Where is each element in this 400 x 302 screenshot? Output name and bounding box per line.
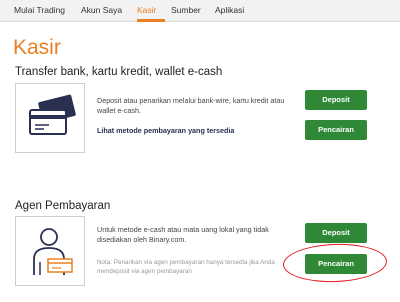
nav-item-sumber[interactable]: Sumber — [171, 5, 201, 15]
agent-deposit-button[interactable]: Deposit — [305, 223, 367, 243]
nav-item-akun-saya[interactable]: Akun Saya — [81, 5, 122, 15]
bank-withdraw-button[interactable]: Pencairan — [305, 120, 367, 140]
bank-section-card: Deposit atau penarikan melalui bank-wire… — [15, 83, 393, 155]
agent-section-card: Untuk metode e-cash atau mata uang lokal… — [15, 216, 393, 292]
payment-methods-link[interactable]: Lihat metode pembayaran yang tersedia — [97, 126, 234, 135]
agent-description: Untuk metode e-cash atau mata uang lokal… — [97, 225, 269, 244]
agent-note: Nota: Penarikan via agen pembayaran hany… — [97, 259, 275, 275]
nav-item-aplikasi[interactable]: Aplikasi — [215, 5, 244, 15]
agent-withdraw-button[interactable]: Pencairan — [305, 254, 367, 274]
bank-description: Deposit atau penarikan melalui bank-wire… — [97, 96, 285, 115]
nav-item-mulai-trading[interactable]: Mulai Trading — [14, 5, 65, 15]
agent-section-title: Agen Pembayaran — [15, 200, 111, 212]
bank-deposit-button[interactable]: Deposit — [305, 90, 367, 110]
page-title: Kasir — [13, 36, 61, 59]
nav-item-kasir[interactable]: Kasir — [137, 5, 156, 15]
bank-section-title: Transfer bank, kartu kredit, wallet e-ca… — [15, 66, 223, 78]
payment-agent-icon — [15, 216, 85, 286]
top-nav: Mulai Trading Akun Saya Kasir Sumber Apl… — [0, 0, 400, 22]
nav-active-indicator — [137, 19, 165, 22]
credit-card-icon — [15, 83, 85, 153]
